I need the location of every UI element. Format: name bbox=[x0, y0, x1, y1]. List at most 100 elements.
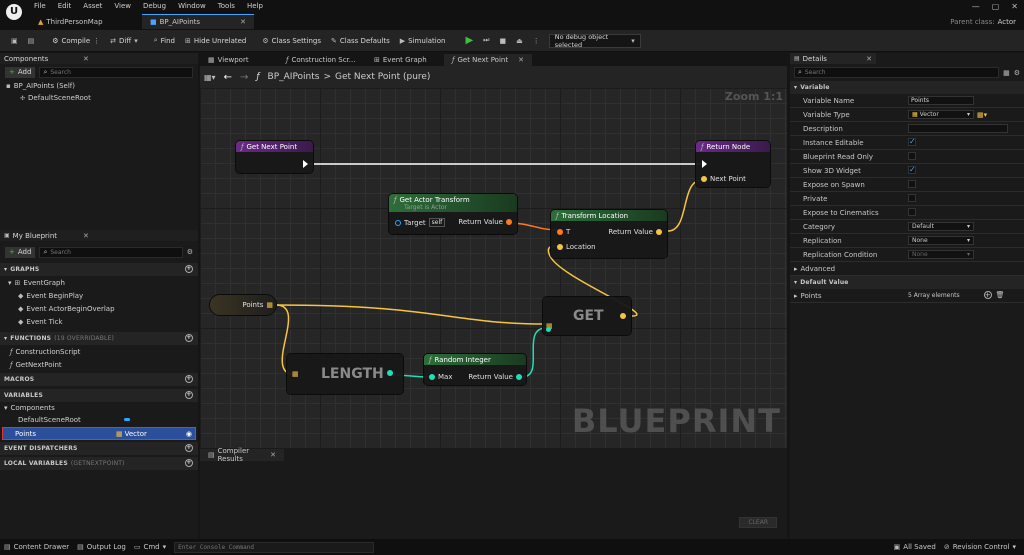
class-defaults-button[interactable]: ✎ Class Defaults bbox=[326, 34, 395, 48]
section-graphs[interactable]: ▾ GRAPHS + bbox=[0, 263, 198, 276]
close-window-icon[interactable]: ✕ bbox=[1011, 2, 1018, 11]
index-in-pin[interactable] bbox=[546, 326, 551, 334]
category-dropdown[interactable]: Default ▾ bbox=[908, 222, 974, 231]
property-matrix-icon[interactable]: ▦ bbox=[1003, 69, 1010, 77]
variable-points[interactable]: Points ▦ Vector ◉ bbox=[2, 427, 196, 440]
menu-edit[interactable]: Edit bbox=[58, 2, 72, 10]
graph-canvas[interactable]: Zoom 1:1 BLUEPRINT ƒ Get Next Point ƒ Retu… bbox=[200, 88, 787, 448]
components-search[interactable]: ⌕ bbox=[39, 66, 193, 78]
description-input[interactable] bbox=[908, 124, 1008, 133]
trash-icon[interactable]: 🗑 bbox=[996, 291, 1005, 299]
section-event-dispatchers[interactable]: EVENT DISPATCHERS + bbox=[0, 442, 198, 455]
step-button[interactable]: ⏭ bbox=[478, 34, 494, 48]
stop-button[interactable]: ■ bbox=[494, 34, 511, 48]
play-button[interactable]: ▶ bbox=[460, 34, 478, 48]
console-input[interactable] bbox=[174, 541, 375, 553]
menu-window[interactable]: Window bbox=[178, 2, 206, 10]
minimize-icon[interactable]: — bbox=[972, 2, 980, 11]
node-get-next-point-entry[interactable]: ƒ Get Next Point bbox=[236, 141, 313, 173]
node-get-actor-transform[interactable]: ƒ Get Actor Transform Target is Actor Tar… bbox=[389, 194, 517, 234]
node-points-getter[interactable]: Points ▦ bbox=[210, 295, 276, 315]
revision-control-button[interactable]: ⊘ Revision Control ▾ bbox=[944, 543, 1016, 551]
instance-editable-checkbox[interactable] bbox=[908, 137, 916, 146]
components-search-input[interactable] bbox=[50, 68, 151, 76]
more-play-options[interactable]: ⋮ bbox=[528, 34, 545, 48]
output-log-button[interactable]: ▤ Output Log bbox=[77, 543, 126, 551]
hide-unrelated-button[interactable]: ⊞ Hide Unrelated bbox=[180, 34, 251, 48]
back-icon[interactable]: ← bbox=[224, 72, 232, 83]
close-panel-icon[interactable]: ✕ bbox=[83, 232, 89, 240]
return-value-pin[interactable]: Return Value bbox=[468, 373, 522, 381]
array-in-pin[interactable]: ▦ bbox=[292, 370, 299, 378]
component-self[interactable]: ▪ BP_AIPoints (Self) bbox=[0, 80, 198, 92]
browse-button[interactable]: ▤ bbox=[23, 34, 40, 48]
forward-icon[interactable]: → bbox=[240, 72, 248, 83]
read-only-checkbox[interactable] bbox=[908, 152, 916, 160]
section-functions[interactable]: ▾ FUNCTIONS (19 OVERRIDABLE) + bbox=[0, 332, 198, 345]
node-random-integer[interactable]: ƒ Random Integer Max Return Value bbox=[424, 354, 526, 385]
function-construction-script[interactable]: ƒ ConstructionScript bbox=[0, 345, 198, 358]
add-graph-icon[interactable]: + bbox=[185, 265, 193, 273]
section-local-variables[interactable]: LOCAL VARIABLES (GETNEXTPOINT) + bbox=[0, 457, 198, 470]
section-variables[interactable]: VARIABLES + bbox=[0, 389, 198, 402]
cmd-selector[interactable]: ▭ Cmd ▾ bbox=[134, 543, 166, 551]
compile-button[interactable]: ⚙ Compile ⋮ bbox=[47, 34, 105, 48]
content-drawer-button[interactable]: ▤ Content Drawer bbox=[4, 543, 69, 551]
next-point-pin[interactable]: Next Point bbox=[701, 175, 746, 183]
add-function-icon[interactable]: + bbox=[185, 334, 193, 342]
exec-in-pin[interactable] bbox=[702, 160, 707, 168]
eye-icon[interactable]: ◉ bbox=[186, 430, 192, 438]
add-element-icon[interactable]: + bbox=[983, 291, 992, 299]
component-default-scene-root[interactable]: ✣ DefaultSceneRoot bbox=[0, 92, 198, 104]
node-array-get[interactable]: GET ▦ bbox=[543, 297, 631, 335]
item-out-pin[interactable] bbox=[620, 313, 626, 321]
array-grid-icon[interactable]: ▦▾ bbox=[977, 111, 987, 119]
max-pin[interactable]: Max bbox=[429, 373, 452, 381]
exec-out-pin[interactable] bbox=[303, 160, 308, 168]
menu-help[interactable]: Help bbox=[247, 2, 263, 10]
variable-default-scene-root[interactable]: DefaultSceneRoot bbox=[0, 414, 198, 425]
return-value-pin[interactable]: Return Value bbox=[458, 218, 512, 226]
my-blueprint-search-input[interactable] bbox=[50, 248, 151, 256]
node-return[interactable]: ƒ Return Node Next Point bbox=[696, 141, 770, 187]
expose-to-cinematics-checkbox[interactable] bbox=[908, 208, 916, 216]
section-default-value[interactable]: ▾ Default Value bbox=[790, 276, 1024, 289]
close-tab-icon[interactable]: ✕ bbox=[240, 18, 246, 26]
tab-event-graph[interactable]: ⊞ Event Graph bbox=[366, 54, 444, 66]
clear-button[interactable]: CLEAR bbox=[739, 517, 777, 528]
class-settings-button[interactable]: ⚙ Class Settings bbox=[257, 34, 326, 48]
length-out-pin[interactable] bbox=[387, 370, 393, 378]
graph-menu-icon[interactable]: ▦▾ bbox=[204, 73, 216, 82]
components-group[interactable]: ▾ Components bbox=[0, 402, 198, 414]
maximize-icon[interactable]: ▢ bbox=[992, 2, 1000, 11]
location-pin[interactable]: Location bbox=[557, 243, 596, 251]
variable-name-input[interactable] bbox=[908, 96, 974, 105]
show-3d-widget-checkbox[interactable] bbox=[908, 165, 916, 174]
add-member-button[interactable]: + Add bbox=[5, 246, 36, 258]
add-variable-icon[interactable]: + bbox=[185, 391, 193, 399]
replication-dropdown[interactable]: None ▾ bbox=[908, 236, 974, 245]
function-get-next-point[interactable]: ƒ GetNextPoint bbox=[0, 358, 198, 371]
menu-debug[interactable]: Debug bbox=[143, 2, 166, 10]
tab-viewport[interactable]: ▦ Viewport bbox=[200, 54, 278, 66]
event-graph-item[interactable]: ▾ ⊞ EventGraph bbox=[0, 276, 198, 289]
add-component-button[interactable]: + Add bbox=[5, 66, 36, 78]
gear-icon[interactable]: ⚙ bbox=[1014, 69, 1020, 77]
node-transform-location[interactable]: ƒ Transform Location T Location Return Va… bbox=[551, 210, 667, 258]
tab-construction-script[interactable]: ƒ Construction Scr... bbox=[278, 54, 366, 66]
diff-button[interactable]: ⇄ Diff ▾ bbox=[105, 34, 143, 48]
tab-get-next-point[interactable]: ƒ Get Next Point ✕ bbox=[444, 53, 532, 66]
add-macro-icon[interactable]: + bbox=[185, 375, 193, 383]
my-blueprint-search[interactable]: ⌕ bbox=[39, 246, 183, 258]
event-tick[interactable]: ◆ Event Tick bbox=[0, 315, 198, 328]
close-panel-icon[interactable]: ✕ bbox=[866, 55, 872, 63]
row-advanced[interactable]: ▸ Advanced bbox=[790, 262, 1024, 276]
tab-bp-aipoints[interactable]: ■ BP_AIPoints ✕ bbox=[142, 14, 254, 29]
t-pin[interactable]: T bbox=[557, 228, 570, 236]
section-macros[interactable]: MACROS + bbox=[0, 373, 198, 386]
simulation-button[interactable]: ▶ Simulation bbox=[395, 34, 451, 48]
target-pin[interactable]: Target self bbox=[395, 218, 446, 227]
debug-object-select[interactable]: No debug object selected ▾ bbox=[548, 33, 641, 49]
tab-compiler-results[interactable]: ▤ Compiler Results ✕ bbox=[200, 447, 284, 463]
menu-tools[interactable]: Tools bbox=[218, 2, 235, 10]
